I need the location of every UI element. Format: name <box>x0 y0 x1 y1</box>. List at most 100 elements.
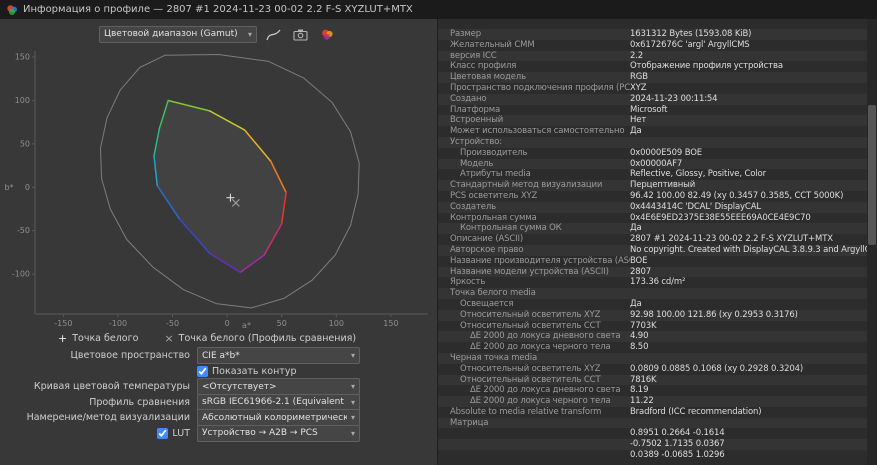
property-label: версия ICC <box>450 50 497 61</box>
property-row: Производитель 0x0000E509 BOE <box>438 147 867 159</box>
y-tick-label: 50 <box>20 139 30 148</box>
window-title: Информация о профиле — 2807 #1 2024-11-2… <box>23 4 413 15</box>
property-value: 0x00000AF7 <box>630 158 683 169</box>
property-row: Название модели устройства (ASCII) 2807 <box>438 266 867 278</box>
property-row: Модель 0x00000AF7 <box>438 158 867 170</box>
property-label: Черная точка media <box>450 352 538 363</box>
lut-pipeline-select-value: Устройство → A2B → PCS <box>202 428 318 439</box>
gamut-view-select[interactable]: Цветовой диапазон (Gamut) ▾ <box>99 25 257 43</box>
property-value: 96.42 100.00 82.49 (xy 0.3457 0.3585, CC… <box>630 190 844 201</box>
show-outline-checkbox[interactable]: Показать контур <box>197 365 297 377</box>
property-row: Создано 2024-11-23 00:11:54 <box>438 93 867 105</box>
property-row: Авторское право No copyright. Created wit… <box>438 244 867 256</box>
colorspace-select[interactable]: CIE a*b* ▾ <box>197 347 360 365</box>
property-row: Яркость 173.36 cd/m² <box>438 277 867 289</box>
property-row: 0.0389 -0.0685 1.0296 <box>438 450 867 461</box>
temperature-curve-label: Кривая цветовой температуры <box>33 381 190 393</box>
main-content: Цветовой диапазон (Gamut) ▾ -150 -100 -5… <box>0 19 877 465</box>
x-tick-label: -150 <box>54 319 72 328</box>
scrollbar-thumb[interactable] <box>868 105 876 245</box>
colorspace-row: Цветовое пространство CIE a*b* ▾ <box>0 347 437 365</box>
properties-list: Размер 1631312 Bytes (1593.08 KiB) Желател… <box>438 19 867 465</box>
property-label: Относительный осветитель CCT <box>460 374 601 385</box>
property-row: Контрольная сумма ОК Да <box>438 223 867 235</box>
property-label: Желательный CMM <box>450 39 535 50</box>
property-label: Контрольная сумма ОК <box>460 223 562 234</box>
lut-pipeline-select[interactable]: Устройство → A2B → PCS ▾ <box>197 424 360 442</box>
property-label: Авторское право <box>450 244 524 255</box>
property-value: 0x6172676C 'argl' ArgyllCMS <box>630 39 750 50</box>
property-value: 8.19 <box>630 385 649 396</box>
property-row: Относительный осветитель CCT 7816K <box>438 374 867 386</box>
property-value: 0.0389 -0.0685 1.0296 <box>630 450 725 461</box>
property-label: Производитель <box>460 147 528 158</box>
property-value: 173.36 cd/m² <box>630 277 686 288</box>
gamut-3d-view-button[interactable] <box>316 25 338 43</box>
property-row: Платформа Microsoft <box>438 104 867 116</box>
property-label: Название производителя устройства (ASCII… <box>450 255 630 266</box>
chart-controls: Цветовое пространство CIE a*b* ▾ Показат… <box>0 346 437 442</box>
camera-icon <box>292 29 308 41</box>
y-tick-label: -100 <box>12 270 30 279</box>
curves-view-button[interactable] <box>262 25 284 43</box>
property-value: 0x4E6E9ED2375E38E55EEE69A0CE4E9C70 <box>630 212 811 223</box>
property-value: BOE <box>630 255 648 266</box>
property-row: Матрица <box>438 417 867 429</box>
property-label: ΔE 2000 до локуса дневного света <box>470 331 621 342</box>
legend-whitepoint: + Точка белого <box>58 333 138 344</box>
property-label: Встроенный <box>450 115 504 126</box>
property-row: Цветовая модель RGB <box>438 72 867 83</box>
gamut-fill <box>154 100 287 273</box>
lut-checkbox[interactable]: LUT <box>157 427 190 439</box>
y-tick-label: 100 <box>15 96 30 105</box>
compare-profile-select[interactable]: sRGB IEC61966-2.1 (Equivalent to www.srg… <box>197 393 360 411</box>
property-label: Может использоваться самостоятельно <box>450 126 625 137</box>
show-outline-row: Показать контур <box>0 364 437 380</box>
profile-info-window: Информация о профиле — 2807 #1 2024-11-2… <box>0 0 877 465</box>
property-row: Освещается Да <box>438 298 867 310</box>
property-row: Точка белого media <box>438 288 867 299</box>
property-row: Описание (ASCII) 2807 #1 2024-11-23 00-02… <box>438 234 867 245</box>
property-row: ΔE 2000 до локуса черного тела 8.50 <box>438 342 867 353</box>
legend-whitepoint-compare-label: Точка белого (Профиль сравнения) <box>178 332 357 344</box>
x-marker-icon: × <box>164 331 174 345</box>
property-label: Относительный осветитель XYZ <box>460 363 601 374</box>
property-row: Название производителя устройства (ASCII… <box>438 255 867 267</box>
intent-select[interactable]: Абсолютный колориметрический ▾ <box>197 409 360 427</box>
property-value: XYZ <box>630 82 647 93</box>
property-row: Класс профиля Отображение профиля устройс… <box>438 61 867 73</box>
scrollbar[interactable] <box>867 19 877 465</box>
gamut-view-select-value: Цветовой диапазон (Gamut) <box>104 29 238 39</box>
property-value: Отображение профиля устройства <box>630 61 783 72</box>
property-value: 4.90 <box>630 331 649 342</box>
y-axis-label: b* <box>4 183 13 192</box>
property-label: ΔE 2000 до локуса черного тела <box>470 396 611 407</box>
show-outline-checkbox-input[interactable] <box>197 365 208 377</box>
property-label: Absolute to media relative transform <box>450 406 602 417</box>
property-value: Bradford (ICC recommendation) <box>630 406 762 417</box>
intent-select-value: Абсолютный колориметрический <box>202 412 347 423</box>
intent-row: Намерение/метод визуализации Абсолютный … <box>0 409 437 427</box>
profile-properties-pane: Размер 1631312 Bytes (1593.08 KiB) Желател… <box>438 19 877 465</box>
compare-profile-label: Профиль сравнения <box>89 396 190 408</box>
property-row: Размер 1631312 Bytes (1593.08 KiB) <box>438 29 867 40</box>
property-label: ΔE 2000 до локуса дневного света <box>470 385 621 396</box>
property-value: 2.2 <box>630 50 644 61</box>
property-value: Нет <box>630 115 647 126</box>
property-row: PCS осветитель XYZ 96.42 100.00 82.49 (xy… <box>438 190 867 202</box>
temperature-curve-row: Кривая цветовой температуры <Отсутствует… <box>0 378 437 396</box>
x-tick-label: 100 <box>329 319 344 328</box>
property-label: Яркость <box>450 277 486 288</box>
screenshot-button[interactable] <box>289 25 311 43</box>
colorspace-select-value: CIE a*b* <box>202 350 240 361</box>
property-row: Желательный CMM 0x6172676C 'argl' ArgyllC… <box>438 39 867 51</box>
app-icon <box>6 4 18 16</box>
lut-checkbox-input[interactable] <box>157 427 169 439</box>
temperature-curve-select[interactable]: <Отсутствует> ▾ <box>197 378 360 396</box>
property-row: Атрибуты media Reflective, Glossy, Positi… <box>438 169 867 181</box>
property-value: Да <box>630 126 642 137</box>
property-value: No copyright. Created with DisplayCAL 3.… <box>630 244 867 255</box>
chevron-down-icon: ▾ <box>350 428 355 438</box>
property-label: Относительный осветитель XYZ <box>460 309 601 320</box>
property-label: Цветовая модель <box>450 72 526 83</box>
